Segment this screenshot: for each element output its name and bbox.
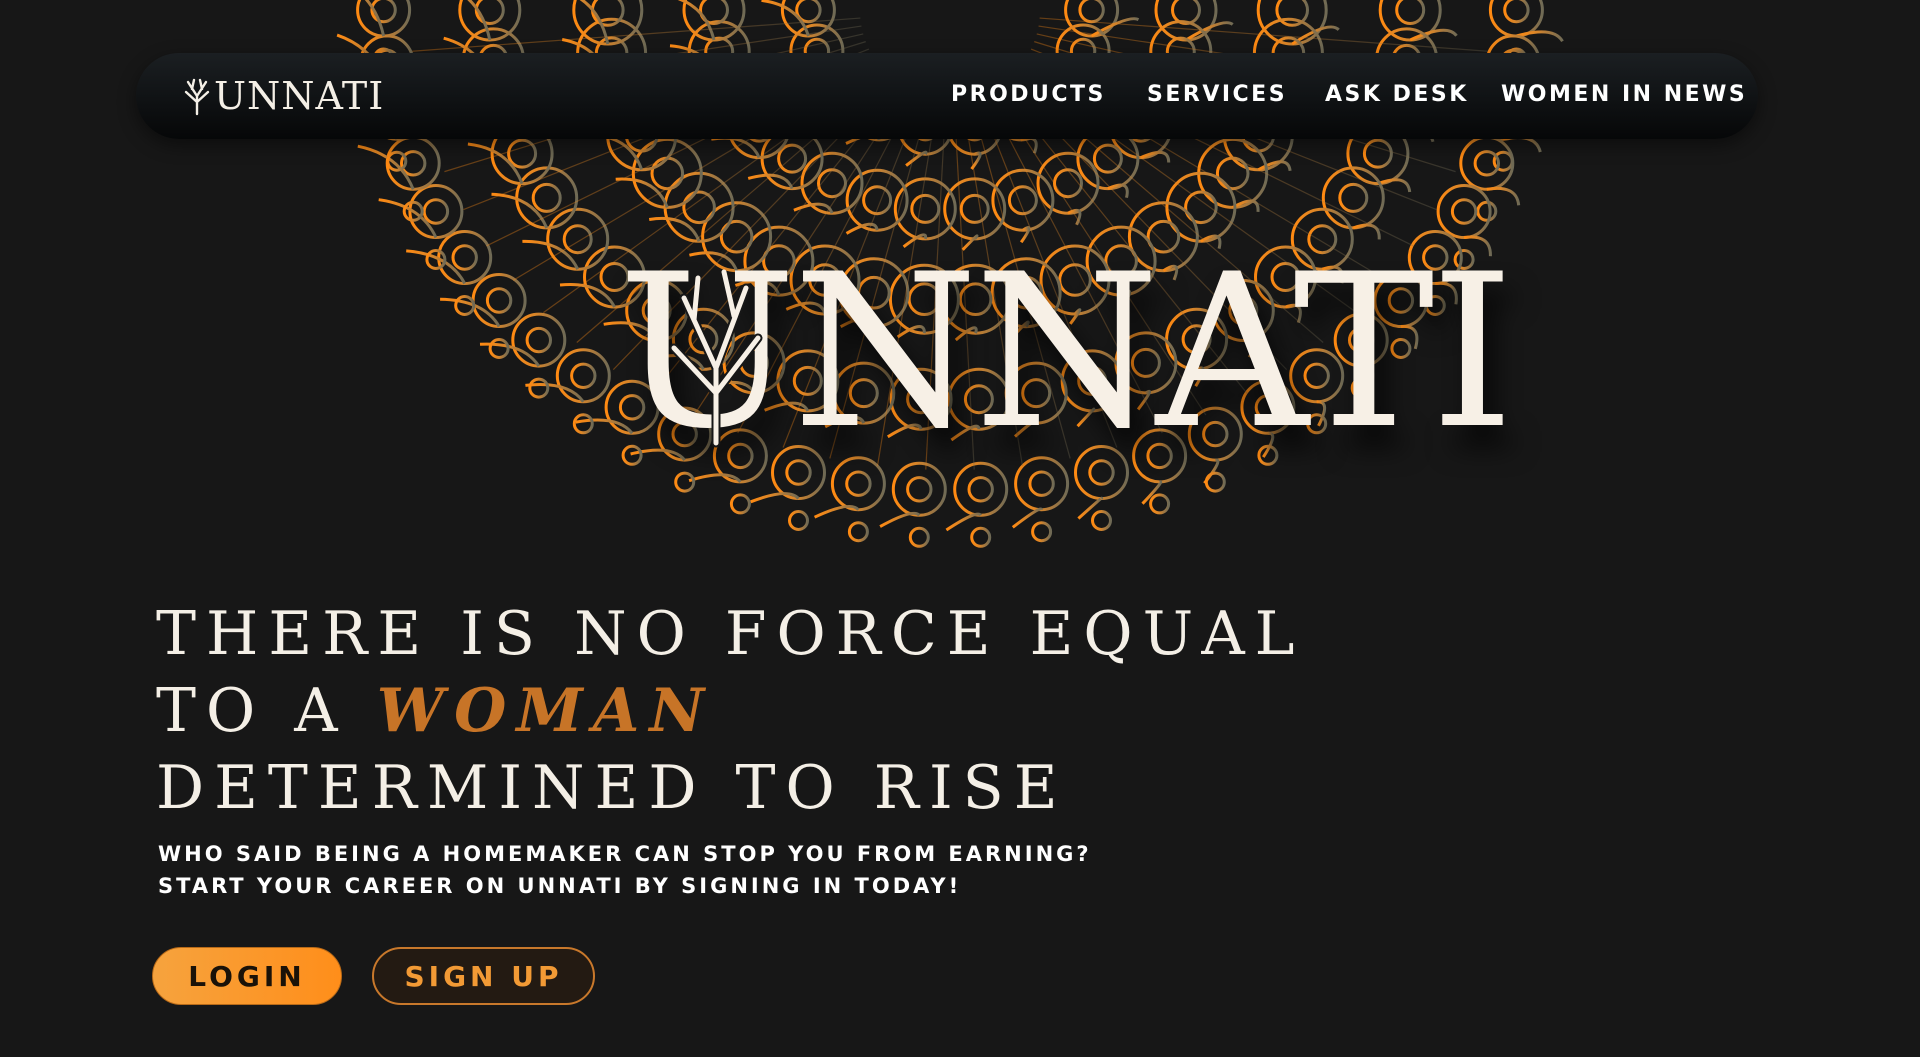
- nav-item-services[interactable]: SERVICES: [1147, 82, 1287, 107]
- headline-line-1: THERE IS NO FORCE EQUAL: [156, 599, 1305, 669]
- hero-subtext: WHO SAID BEING A HOMEMAKER CAN STOP YOU …: [158, 838, 1092, 902]
- subtext-line-2: START YOUR CAREER ON UNNATI BY SIGNING I…: [158, 874, 962, 898]
- headline-accent-word: WOMAN: [376, 676, 715, 746]
- signup-button[interactable]: SIGN UP: [372, 947, 595, 1005]
- nav-menu: PRODUCTS SERVICES ASK DESK WOMEN IN NEWS: [136, 53, 1758, 139]
- nav-item-women-in-news[interactable]: WOMEN IN NEWS: [1501, 82, 1747, 107]
- hero-headline: THERE IS NO FORCE EQUAL TO A WOMAN DETER…: [156, 596, 1305, 827]
- tree-branch-icon: [669, 269, 763, 448]
- headline-line-3: DETERMINED TO RISE: [156, 753, 1068, 823]
- nav-item-products[interactable]: PRODUCTS: [951, 82, 1106, 107]
- top-navbar: UNNATI PRODUCTS SERVICES ASK DESK WOMEN …: [136, 53, 1758, 139]
- nav-item-ask-desk[interactable]: ASK DESK: [1325, 82, 1469, 107]
- subtext-line-1: WHO SAID BEING A HOMEMAKER CAN STOP YOU …: [158, 842, 1092, 866]
- headline-line-2-prefix: TO A: [156, 676, 348, 746]
- hero-logo: UNNATI: [618, 246, 1514, 458]
- login-button[interactable]: LOGIN: [152, 947, 342, 1005]
